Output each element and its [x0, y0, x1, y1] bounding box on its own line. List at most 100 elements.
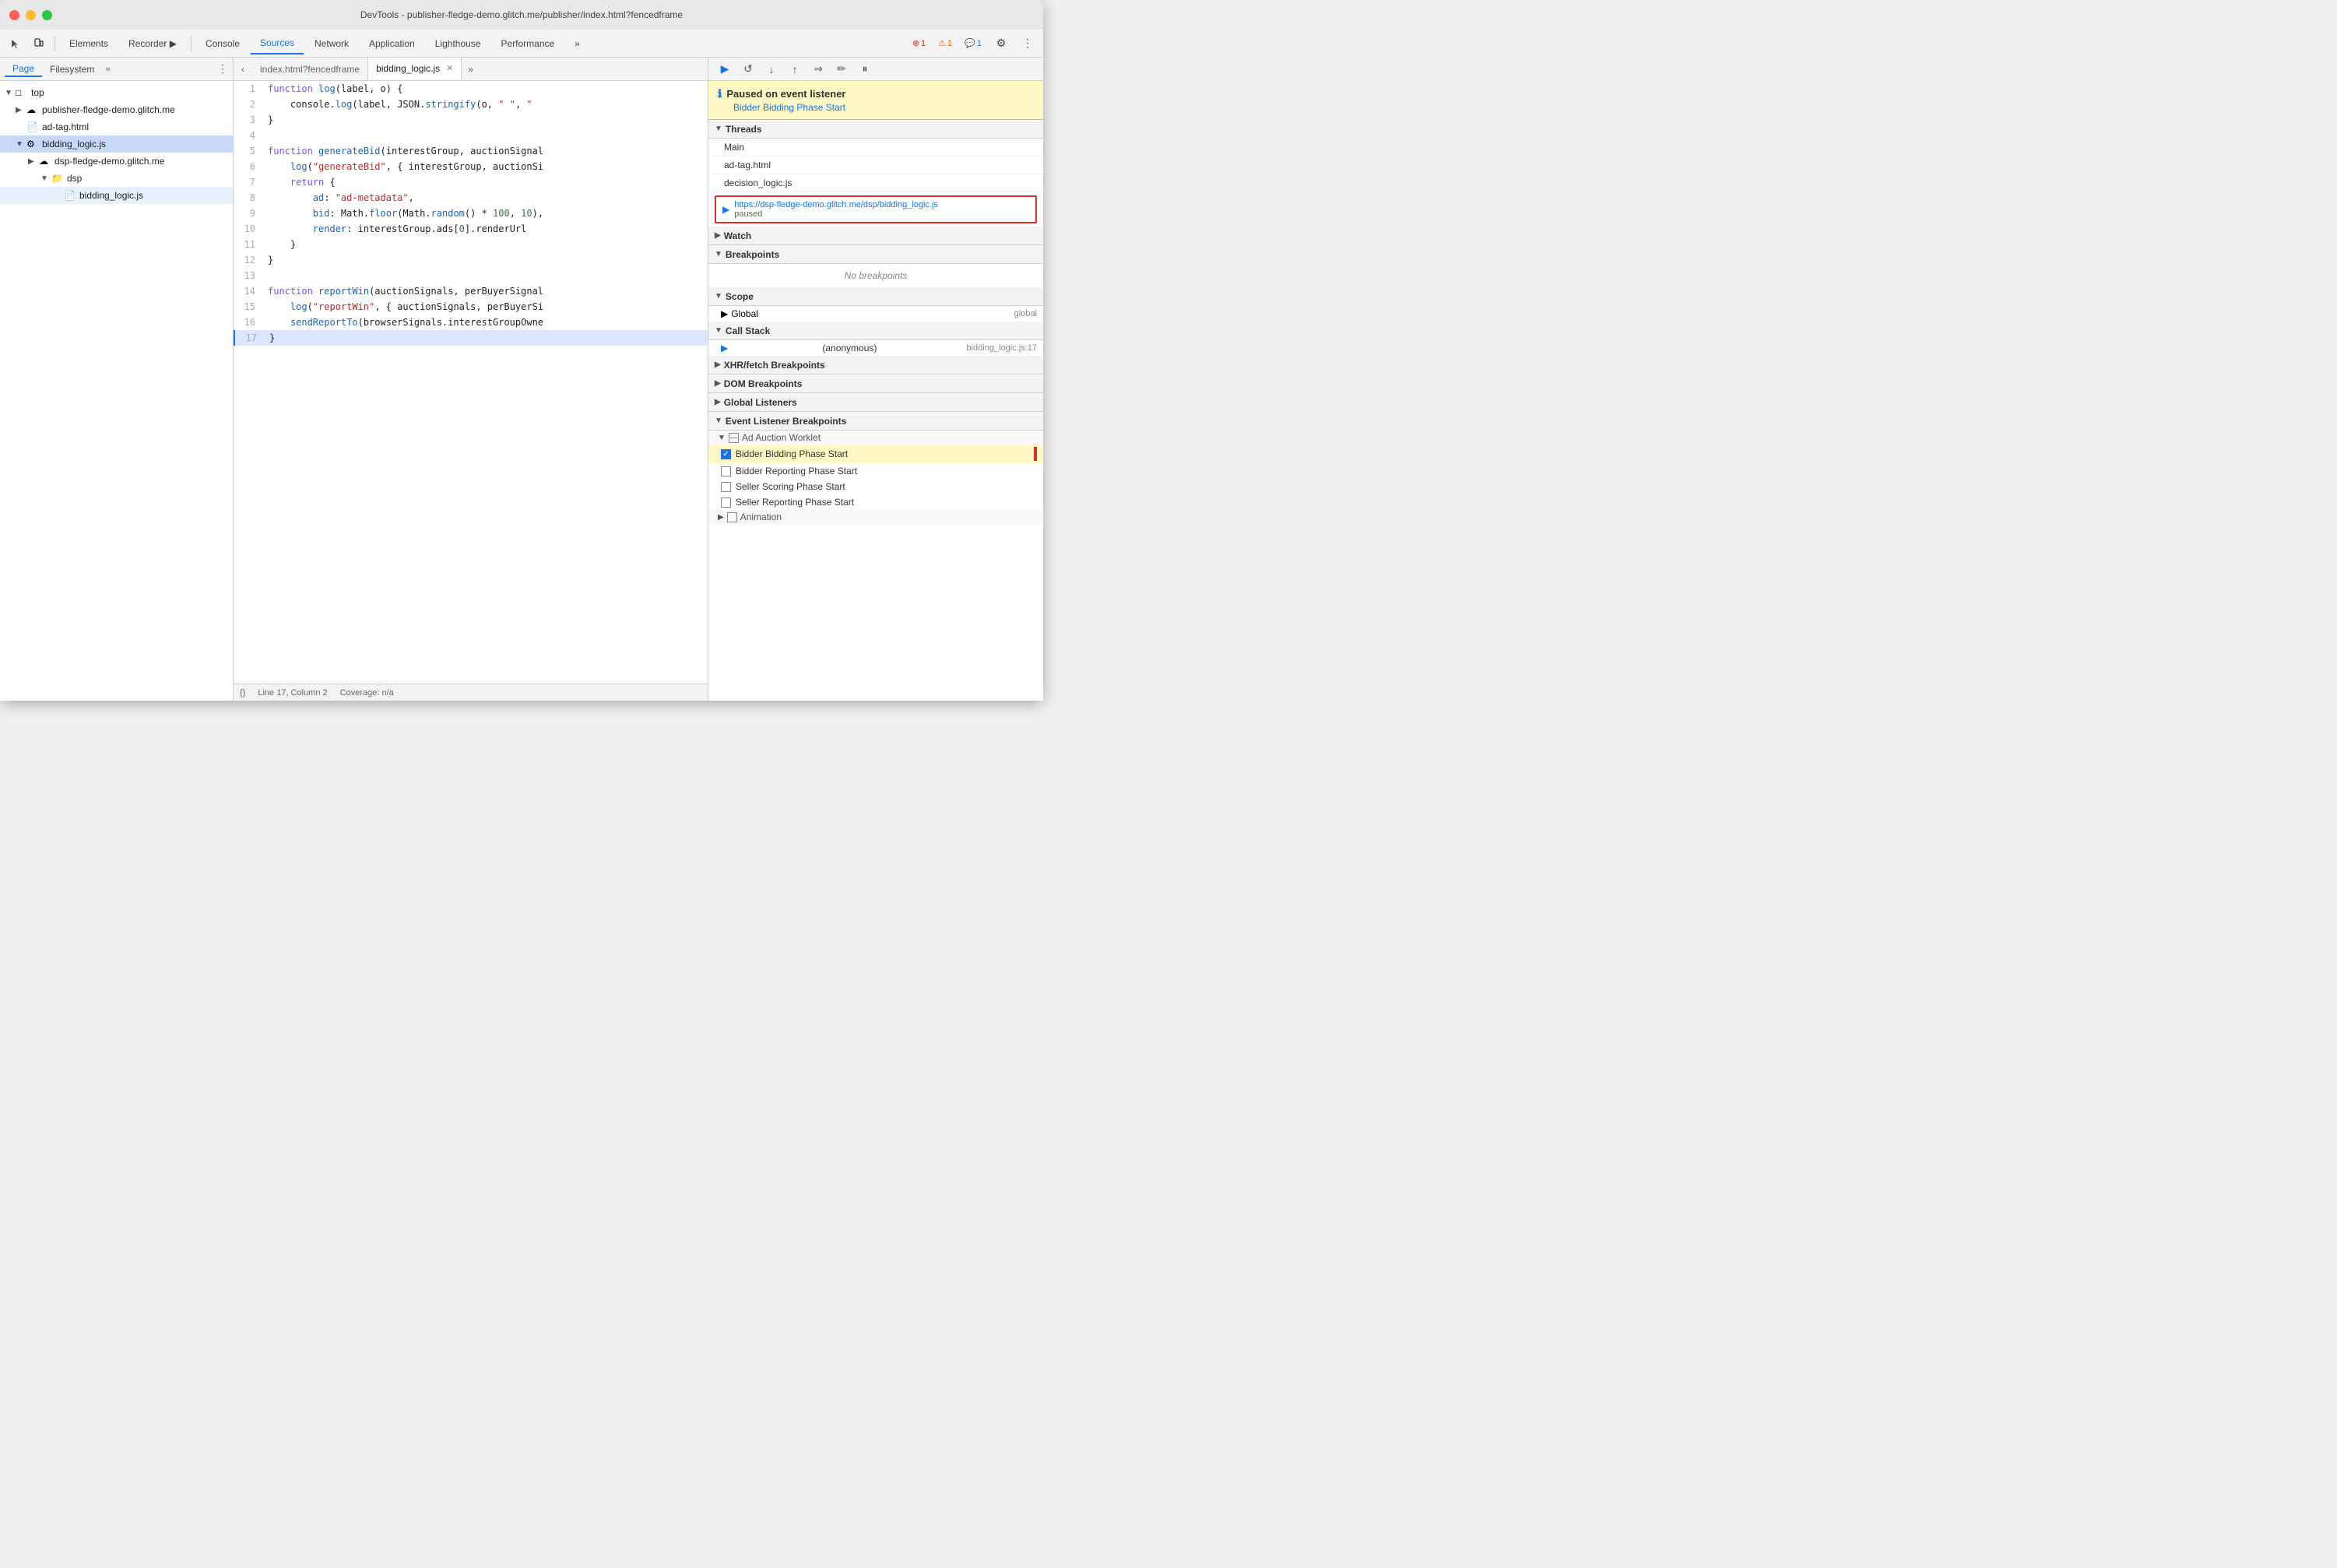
sidebar-more-tabs[interactable]: »	[105, 65, 110, 74]
tree-arrow-dsp-domain: ▶	[28, 157, 37, 166]
seller-reporting-label: Seller Reporting Phase Start	[736, 497, 854, 508]
animation-subsection-header[interactable]: ▶ Animation	[708, 510, 1043, 524]
tree-item-publisher[interactable]: ▶ ☁ publisher-fledge-demo.glitch.me	[0, 101, 233, 118]
minimize-button[interactable]	[26, 10, 36, 20]
warning-badge[interactable]: ⚠ 1	[934, 37, 956, 50]
editor-tabs: ‹ index.html?fencedframe bidding_logic.j…	[234, 58, 708, 81]
event-bidder-reporting[interactable]: Bidder Reporting Phase Start	[708, 463, 1043, 479]
ad-auction-checkbox[interactable]: —	[729, 433, 739, 443]
device-icon	[33, 38, 44, 49]
breakpoints-section-header[interactable]: ▼ Breakpoints	[708, 245, 1043, 264]
sidebar-menu-button[interactable]: ⋮	[217, 62, 228, 76]
dom-section-header[interactable]: ▶ DOM Breakpoints	[708, 374, 1043, 393]
scope-global[interactable]: ▶ Global global	[708, 306, 1043, 322]
dom-arrow-icon: ▶	[715, 379, 721, 388]
tab-performance[interactable]: Performance	[491, 33, 564, 54]
tab-nav-back[interactable]: ‹	[234, 58, 252, 81]
thread-adtag[interactable]: ad-tag.html	[708, 156, 1043, 174]
deactivate-breakpoints-button[interactable]: ✏	[831, 59, 852, 79]
call-stack-label: Call Stack	[726, 325, 770, 336]
tree-item-bidding-js[interactable]: 📄 bidding_logic.js	[0, 187, 233, 204]
event-listener-label: Event Listener Breakpoints	[726, 416, 846, 427]
tree-item-dsp-domain[interactable]: ▶ ☁ dsp-fledge-demo.glitch.me	[0, 153, 233, 170]
event-seller-scoring[interactable]: Seller Scoring Phase Start	[708, 479, 1043, 494]
call-stack-section-header[interactable]: ▼ Call Stack	[708, 322, 1043, 340]
tree-item-dsp-folder[interactable]: ▼ 📁 dsp	[0, 170, 233, 187]
info-circle-icon: ℹ	[718, 87, 722, 100]
debugger-toolbar: ▶ ↺ ↓ ↑ ⇒ ✏ ⏸	[708, 58, 1043, 81]
tab-close-icon[interactable]: ✕	[446, 63, 453, 73]
call-stack-arrow-icon: ▼	[715, 326, 722, 335]
maximize-button[interactable]	[42, 10, 52, 20]
global-listeners-label: Global Listeners	[724, 397, 797, 408]
tab-sources[interactable]: Sources	[251, 33, 304, 54]
call-stack-anonymous[interactable]: ▶ (anonymous) bidding_logic.js:17	[708, 340, 1043, 356]
event-bidder-bidding[interactable]: ✓ Bidder Bidding Phase Start	[708, 445, 1043, 463]
event-listener-section-header[interactable]: ▼ Event Listener Breakpoints	[708, 412, 1043, 431]
step-out-button[interactable]: ↑	[785, 59, 805, 79]
tree-item-adtag[interactable]: 📄 ad-tag.html	[0, 118, 233, 135]
editor-tab-bidding[interactable]: bidding_logic.js ✕	[368, 58, 462, 81]
seller-reporting-checkbox[interactable]	[721, 497, 731, 508]
animation-label: Animation	[740, 512, 782, 522]
tab-console[interactable]: Console	[196, 33, 249, 54]
step-button[interactable]: ⇒	[808, 59, 828, 79]
scope-section-header[interactable]: ▼ Scope	[708, 287, 1043, 306]
code-editor[interactable]: 1 function log(label, o) { 2 console.log…	[234, 81, 708, 684]
folder-icon-dsp: 📁	[51, 173, 64, 184]
format-icon[interactable]: {}	[240, 688, 245, 698]
pause-on-exception-button[interactable]: ⏸	[855, 59, 875, 79]
tab-page[interactable]: Page	[5, 62, 42, 77]
thread-main[interactable]: Main	[708, 139, 1043, 156]
title-bar: DevTools - publisher-fledge-demo.glitch.…	[0, 0, 1043, 30]
breakpoints-arrow-icon: ▼	[715, 250, 722, 258]
tab-elements[interactable]: Elements	[60, 33, 118, 54]
watch-section-header[interactable]: ▶ Watch	[708, 227, 1043, 245]
bidder-reporting-checkbox[interactable]	[721, 466, 731, 476]
tab-filesystem[interactable]: Filesystem	[42, 62, 102, 76]
animation-checkbox[interactable]	[727, 512, 737, 522]
tab-lighthouse[interactable]: Lighthouse	[426, 33, 490, 54]
threads-label: Threads	[726, 124, 762, 135]
tab-network[interactable]: Network	[305, 33, 358, 54]
code-line-15: 15 log("reportWin", { auctionSignals, pe…	[234, 299, 708, 315]
tab-recorder[interactable]: Recorder ▶	[119, 33, 186, 54]
tab-application[interactable]: Application	[360, 33, 424, 54]
code-line-16: 16 sendReportTo(browserSignals.interestG…	[234, 315, 708, 330]
watch-label: Watch	[724, 230, 752, 241]
ad-auction-subsection-header[interactable]: ▼ — Ad Auction Worklet	[708, 431, 1043, 445]
bidder-bidding-checkbox[interactable]: ✓	[721, 449, 731, 459]
close-button[interactable]	[9, 10, 19, 20]
settings-button[interactable]: ⚙	[990, 33, 1012, 54]
seller-scoring-checkbox[interactable]	[721, 482, 731, 492]
editor-tab-more[interactable]: »	[468, 64, 473, 75]
more-options-button[interactable]: ⋮	[1017, 33, 1038, 54]
error-badge[interactable]: ⊗ 1	[908, 37, 930, 50]
cursor-position: Line 17, Column 2	[258, 688, 327, 698]
cloud-icon-publisher: ☁	[26, 104, 39, 115]
toolbar-more-tabs[interactable]: »	[565, 33, 589, 54]
step-into-button[interactable]: ↓	[761, 59, 782, 79]
global-listeners-header[interactable]: ▶ Global Listeners	[708, 393, 1043, 412]
window-controls	[9, 10, 52, 20]
event-seller-reporting[interactable]: Seller Reporting Phase Start	[708, 494, 1043, 510]
code-line-11: 11 }	[234, 237, 708, 252]
call-stack-arrow-icon: ▶	[721, 343, 728, 353]
thread-label-decision: decision_logic.js	[724, 178, 792, 188]
resume-button[interactable]: ▶	[715, 59, 735, 79]
device-toggle-btn[interactable]	[28, 33, 50, 54]
info-badge[interactable]: 💬 1	[961, 37, 986, 50]
code-line-9: 9 bid: Math.floor(Math.random() * 100, 1…	[234, 206, 708, 221]
xhr-section-header[interactable]: ▶ XHR/fetch Breakpoints	[708, 356, 1043, 374]
event-listener-content: ▼ — Ad Auction Worklet ✓ Bidder Bidding …	[708, 431, 1043, 524]
step-over-button[interactable]: ↺	[738, 59, 758, 79]
threads-section-header[interactable]: ▼ Threads	[708, 120, 1043, 139]
tree-label-adtag: ad-tag.html	[42, 121, 89, 132]
tree-label-bidding: bidding_logic.js	[42, 139, 106, 149]
cursor-icon-btn[interactable]	[5, 33, 26, 54]
editor-tab-index[interactable]: index.html?fencedframe	[252, 58, 368, 81]
tree-item-bidding-logic[interactable]: ▼ ⚙ bidding_logic.js	[0, 135, 233, 153]
thread-decision[interactable]: decision_logic.js	[708, 174, 1043, 192]
tree-item-top[interactable]: ▼ □ top	[0, 84, 233, 101]
thread-bidding-active[interactable]: ▶ https://dsp-fledge-demo.glitch.me/dsp/…	[715, 195, 1037, 223]
